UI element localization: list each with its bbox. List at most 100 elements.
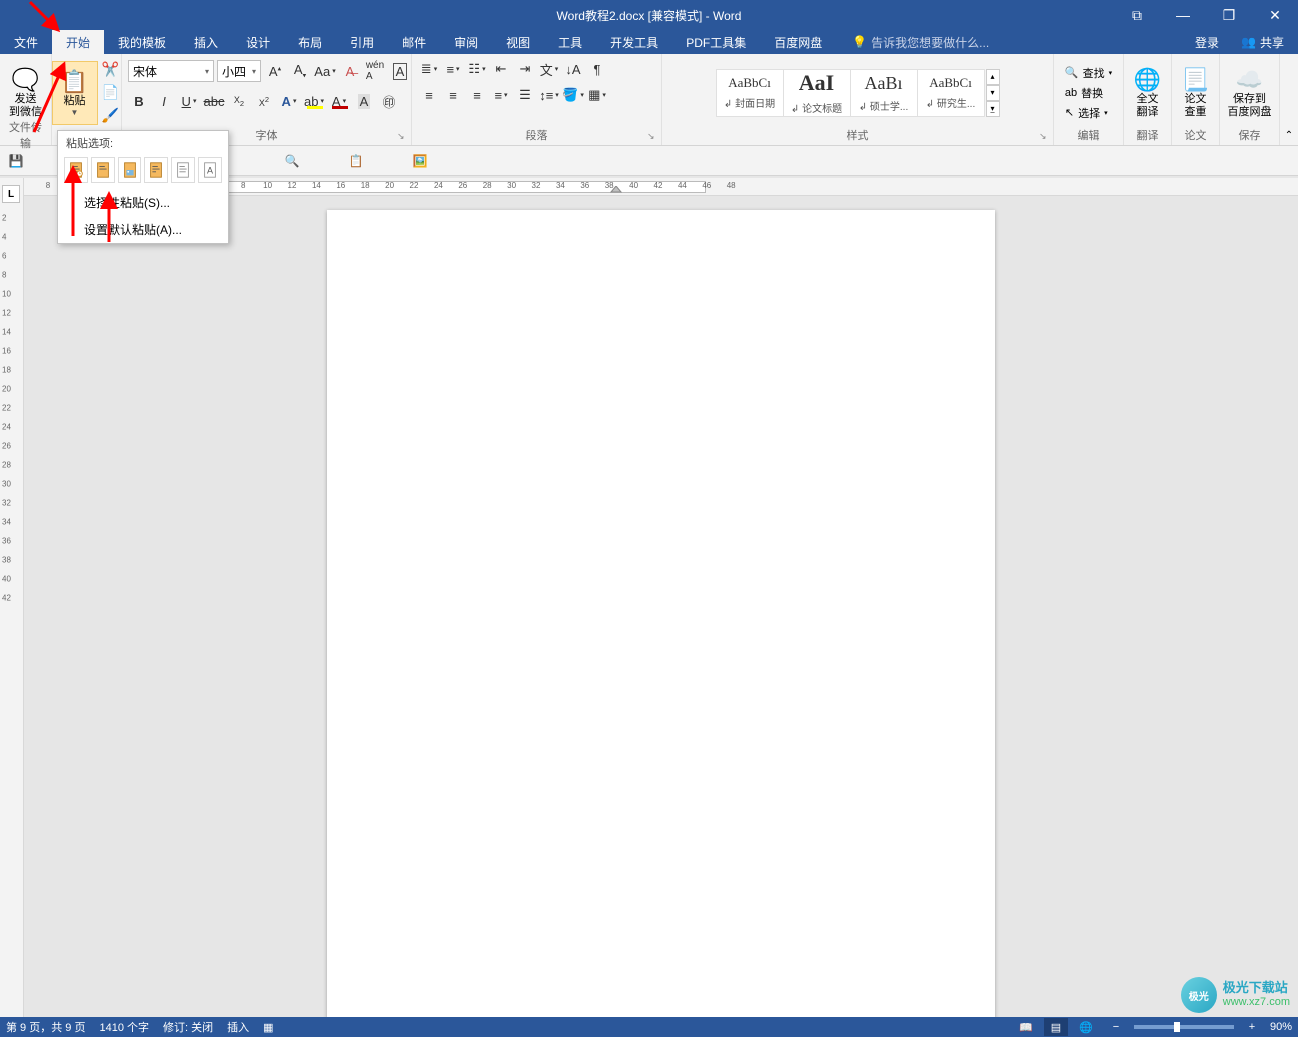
align-right-button[interactable]: ≡ [466,84,488,106]
font-color-button[interactable]: A▾ [328,90,350,112]
font-size-combo[interactable]: 小四▾ [217,60,261,82]
tell-me-box[interactable]: 💡 告诉我您想要做什么... [842,30,999,54]
tab-design[interactable]: 设计 [232,30,284,54]
clear-formatting-button[interactable]: A̶ [339,60,361,82]
line-spacing-button[interactable]: ↕≡▾ [538,84,560,106]
increase-font-button[interactable]: A▴ [264,60,286,82]
minimize-button[interactable]: — [1160,0,1206,30]
tab-view[interactable]: 视图 [492,30,544,54]
zoom-slider[interactable] [1134,1025,1234,1029]
paste-picture-option[interactable] [118,157,142,183]
save-button[interactable]: 💾 [4,149,28,173]
paste-button[interactable]: 📋 粘贴 ▼ [52,61,98,125]
decrease-indent-button[interactable]: ⇤ [490,58,512,80]
tab-layout[interactable]: 布局 [284,30,336,54]
tab-pdf-tools[interactable]: PDF工具集 [672,30,760,54]
char-border-button[interactable]: A [389,60,411,82]
sort-button[interactable]: ↓A [562,58,584,80]
tab-review[interactable]: 审阅 [440,30,492,54]
increase-indent-button[interactable]: ⇥ [514,58,536,80]
show-marks-button[interactable]: ¶ [586,58,608,80]
paragraph-launcher[interactable]: ↘ [647,131,659,143]
share-button[interactable]: 👥 共享 [1233,34,1292,51]
login-button[interactable]: 登录 [1187,34,1227,51]
paste-use-dest-option[interactable] [171,157,195,183]
paste-keep-source-option[interactable] [64,157,88,183]
tabstop-selector[interactable]: L [2,185,20,203]
subscript-button[interactable]: X2 [228,90,250,112]
paste-text-only-option[interactable]: A [198,157,222,183]
asianlayout-button[interactable]: 文▾ [538,58,560,80]
track-changes-status[interactable]: 修订: 关闭 [163,1019,213,1035]
strikethrough-button[interactable]: abc [203,90,225,112]
copy-button[interactable]: 📄 [100,83,122,103]
distributed-button[interactable]: ☰ [514,84,536,106]
view-print-layout[interactable]: ▤ [1044,1018,1068,1036]
styles-launcher[interactable]: ↘ [1039,131,1051,143]
set-default-paste-menuitem[interactable]: 设置默认粘贴(A)... [58,216,228,243]
align-left-button[interactable]: ≡ [418,84,440,106]
style-paper-title[interactable]: AaI ↲ 论文标题 [783,69,851,117]
send-to-wechat-button[interactable]: 🗨️ 发送到微信 [3,61,49,125]
page-indicator[interactable]: 第 9 页，共 9 页 [6,1019,85,1035]
tab-tools[interactable]: 工具 [544,30,596,54]
full-translate-button[interactable]: 🌐 全文翻译 [1125,61,1171,125]
tab-insert[interactable]: 插入 [180,30,232,54]
zoom-percent[interactable]: 90% [1270,1021,1292,1033]
format-painter-button[interactable]: 🖌️ [100,106,122,126]
numbering-button[interactable]: ≡▾ [442,58,464,80]
word-count[interactable]: 1410 个字 [99,1019,149,1035]
decrease-font-button[interactable]: A▾ [289,60,311,82]
phonetic-guide-button[interactable]: wénA [364,60,386,82]
close-button[interactable]: ✕ [1252,0,1298,30]
styles-scroll-down[interactable]: ▾ [986,85,1000,101]
font-launcher[interactable]: ↘ [397,131,409,143]
collapse-ribbon-icon[interactable]: ⌃ [1285,130,1293,141]
borders-button[interactable]: ▦▾ [586,84,608,106]
style-cover-date[interactable]: AaBbCı ↲ 封面日期 [716,69,784,117]
shading-button[interactable]: 🪣▾ [562,84,584,106]
qat-item-3[interactable]: 🖼️ [408,149,432,173]
enclose-char-button[interactable]: ㊞ [378,90,400,112]
styles-scroll-up[interactable]: ▴ [986,69,1000,85]
paper-check-button[interactable]: 📃 论文查重 [1173,61,1219,125]
font-family-combo[interactable]: 宋体▾ [128,60,214,82]
tab-baidu-cloud[interactable]: 百度网盘 [760,30,836,54]
italic-button[interactable]: I [153,90,175,112]
cut-button[interactable]: ✂️ [100,60,122,80]
document-canvas[interactable] [24,196,1298,1017]
tab-developer[interactable]: 开发工具 [596,30,672,54]
paste-keep-text-option[interactable] [144,157,168,183]
underline-button[interactable]: U▾ [178,90,200,112]
zoom-out[interactable]: − [1104,1018,1128,1036]
save-to-baidu-button[interactable]: ☁️ 保存到百度网盘 [1227,61,1273,125]
style-graduate[interactable]: AaBbCı ↲ 研究生... [917,69,985,117]
zoom-in[interactable]: + [1240,1018,1264,1036]
restore-button[interactable]: ❐ [1206,0,1252,30]
paste-merge-option[interactable] [91,157,115,183]
superscript-button[interactable]: X2 [253,90,275,112]
tab-my-templates[interactable]: 我的模板 [104,30,180,54]
tab-mailings[interactable]: 邮件 [388,30,440,54]
tab-file[interactable]: 文件 [0,30,52,54]
qat-item-2[interactable]: 📋 [344,149,368,173]
insert-mode[interactable]: 插入 [227,1019,249,1035]
view-read-mode[interactable]: 📖 [1014,1018,1038,1036]
macro-icon[interactable]: ▦ [263,1021,273,1034]
vertical-ruler[interactable]: 24681012141618202224262830323436384042 [0,178,24,1017]
text-effects-button[interactable]: A▾ [278,90,300,112]
multilevel-button[interactable]: ☷▾ [466,58,488,80]
qat-item-1[interactable]: 🔍 [280,149,304,173]
justify-button[interactable]: ≡▾ [490,84,512,106]
bold-button[interactable]: B [128,90,150,112]
tab-home[interactable]: 开始 [52,30,104,54]
align-center-button[interactable]: ≡ [442,84,464,106]
styles-gallery[interactable]: AaBbCı ↲ 封面日期 AaI ↲ 论文标题 AaBı ↲ 硕士学... A… [716,69,1000,117]
replace-button[interactable]: ab替换 [1061,84,1116,102]
styles-expand[interactable]: ▾̲ [986,101,1000,117]
view-web-layout[interactable]: 🌐 [1074,1018,1098,1036]
style-master[interactable]: AaBı ↲ 硕士学... [850,69,918,117]
change-case-button[interactable]: Aa▾ [314,60,336,82]
highlight-button[interactable]: ab▾ [303,90,325,112]
tab-references[interactable]: 引用 [336,30,388,54]
